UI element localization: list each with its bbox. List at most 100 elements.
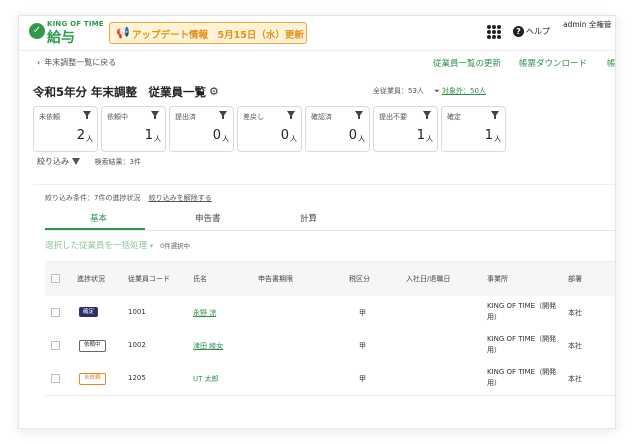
filter-icon[interactable] — [287, 111, 295, 119]
selected-count: 0件選択中 — [159, 242, 191, 250]
apps-grid-icon[interactable] — [487, 25, 501, 39]
status-card-count: 1 — [416, 128, 425, 143]
app-header: ✓ KING OF TIME 給与 📢 アップデート情報 5月15日（水）更新 … — [19, 16, 615, 51]
page-title: 令和5年分 年末調整 従業員一覧 — [33, 85, 207, 99]
tax-category: 甲 — [359, 342, 366, 350]
gear-icon[interactable]: ⚙ — [209, 85, 219, 98]
select-all-checkbox[interactable] — [51, 274, 60, 283]
status-card-label: 未依頼 — [39, 113, 60, 121]
column-header-code[interactable]: 従業員コード — [128, 274, 170, 284]
employee-name-link[interactable]: 永野 涼 — [193, 308, 216, 318]
bulk-action-row: 選択した従業員を一括処理 ▾ 0件選択中 — [45, 239, 190, 251]
search-result-count: 検索結果：3件 — [94, 158, 142, 166]
filter-icon[interactable] — [151, 111, 159, 119]
column-header-tax[interactable]: 税区分 — [349, 274, 370, 284]
column-header-status[interactable]: 進捗状況 — [77, 274, 105, 284]
column-header-office[interactable]: 事業所 — [487, 274, 508, 284]
employee-name-link[interactable]: UT 太郎 — [193, 374, 219, 384]
table-row[interactable]: 依頼中 1002 津田 綾女 甲 KING OF TIME（開発 用） 本社 — [45, 329, 615, 363]
status-card-teishutsu-zumi[interactable]: 提出済 0 人 — [169, 106, 234, 152]
total-count: 全従業員：53人 — [373, 87, 424, 95]
status-card-label: 依頼中 — [107, 113, 128, 121]
funnel-icon[interactable] — [72, 158, 80, 165]
column-header-deadline[interactable]: 申告書期限 — [258, 274, 293, 284]
report-download-link[interactable]: 帳票ダウンロード — [519, 57, 587, 69]
column-header-dates[interactable]: 入社日/退職日 — [406, 274, 450, 284]
status-badge: 確定 — [79, 307, 99, 317]
update-banner-label: アップデート情報 5月15日（水）更新 — [132, 30, 304, 41]
status-card-sashimodoshi[interactable]: 差戻し 0 人 — [237, 106, 302, 152]
tab-basic[interactable]: 基本 — [90, 212, 107, 224]
employee-code: 1002 — [128, 341, 146, 349]
back-link-label: 年末調整一覧に戻る — [44, 58, 117, 67]
table-row[interactable]: 未依頼 1205 UT 太郎 甲 KING OF TIME（開発 用） 本社 — [45, 362, 615, 396]
filter-condition: 絞り込み条件：7件の進捗状況 絞り込みを解除する — [45, 193, 212, 203]
filter-icon[interactable] — [491, 111, 499, 119]
filter-condition-label: 絞り込み条件：7件の進捗状況 — [45, 194, 141, 202]
chevron-left-icon: ‹ — [37, 58, 41, 67]
clear-filter-link[interactable]: 絞り込みを解除する — [149, 194, 212, 202]
employee-name-link[interactable]: 津田 綾女 — [193, 341, 223, 351]
user-menu[interactable]: admin 全権管 — [563, 19, 611, 30]
help-link[interactable]: ヘルプ — [526, 26, 550, 37]
tab-calculation[interactable]: 計算 — [300, 212, 317, 224]
department-name: 本社 — [568, 309, 582, 317]
column-header-department[interactable]: 部署 — [568, 274, 582, 284]
active-tab-indicator — [45, 228, 145, 230]
department-name: 本社 — [568, 342, 582, 350]
update-banner[interactable]: 📢 アップデート情報 5月15日（水）更新 — [109, 22, 307, 44]
tab-declaration[interactable]: 申告書 — [195, 212, 221, 224]
status-card-label: 差戻し — [243, 113, 264, 121]
filter-toggle-label[interactable]: 絞り込み — [37, 157, 69, 166]
employee-code: 1001 — [128, 308, 146, 316]
status-card-count: 1 — [484, 128, 493, 143]
chevron-down-icon[interactable]: ▾ — [150, 242, 154, 250]
office-name: KING OF TIME（開発 用） — [487, 335, 557, 354]
office-name: KING OF TIME（開発 用） — [487, 302, 557, 321]
department-name: 本社 — [568, 375, 582, 383]
help-icon[interactable]: ? — [513, 26, 524, 37]
status-card-unit: 人 — [86, 135, 93, 143]
status-card-label: 確認済 — [311, 113, 332, 121]
status-card-label: 提出済 — [175, 113, 196, 121]
employee-code: 1205 — [128, 374, 146, 382]
tax-category: 甲 — [359, 309, 366, 317]
status-card-unit: 人 — [494, 135, 501, 143]
tax-category: 甲 — [359, 375, 366, 383]
megaphone-icon: 📢 — [116, 26, 130, 39]
column-header-name[interactable]: 氏名 — [193, 274, 207, 284]
update-employee-list-link[interactable]: 従業員一覧の更新 — [433, 57, 501, 69]
status-card-unit: 人 — [426, 135, 433, 143]
table-row[interactable]: 確定 1001 永野 涼 甲 KING OF TIME（開発 用） 本社 — [45, 296, 615, 330]
row-checkbox[interactable] — [51, 341, 60, 350]
status-card-mi-irai[interactable]: 未依頼 2 人 — [33, 106, 98, 152]
row-checkbox[interactable] — [51, 308, 60, 317]
logo-main-text: 給与 — [47, 30, 75, 46]
filter-icon[interactable] — [83, 111, 91, 119]
status-card-teishutsu-fuyo[interactable]: 提出不要 1 人 — [373, 106, 438, 152]
status-card-label: 確定 — [447, 113, 461, 121]
bulk-action-dropdown[interactable]: 選択した従業員を一括処理 — [45, 241, 147, 251]
status-card-kakunin-zumi[interactable]: 確認済 0 人 — [305, 106, 370, 152]
employee-panel: 絞り込み条件：7件の進捗状況 絞り込みを解除する 基本 申告書 計算 選択した従… — [33, 184, 615, 425]
status-card-label: 提出不要 — [379, 113, 407, 121]
status-card-unit: 人 — [290, 135, 297, 143]
status-card-irai-chu[interactable]: 依頼中 1 人 — [101, 106, 166, 152]
back-link[interactable]: ‹ 年末調整一覧に戻る — [37, 57, 116, 68]
excluded-count-link[interactable]: 対象外：50人 — [442, 87, 486, 95]
row-checkbox[interactable] — [51, 374, 60, 383]
filter-row: 絞り込み 検索結果：3件 — [37, 156, 141, 167]
filter-icon[interactable] — [219, 111, 227, 119]
status-badge: 依頼中 — [79, 340, 106, 352]
filter-icon[interactable] — [423, 111, 431, 119]
logo-icon: ✓ — [29, 23, 45, 39]
status-card-unit: 人 — [358, 135, 365, 143]
status-card-kakutei[interactable]: 確定 1 人 — [441, 106, 506, 152]
status-badge: 未依頼 — [79, 373, 106, 385]
status-card-count: 1 — [144, 128, 153, 143]
more-link[interactable]: 帳 — [607, 57, 615, 69]
table-header: 進捗状況 従業員コード 氏名 申告書期限 税区分 入社日/退職日 事業所 部署 — [45, 261, 615, 297]
filter-icon[interactable] — [355, 111, 363, 119]
filter-icon: ⏷ — [434, 87, 440, 95]
status-card-unit: 人 — [154, 135, 161, 143]
